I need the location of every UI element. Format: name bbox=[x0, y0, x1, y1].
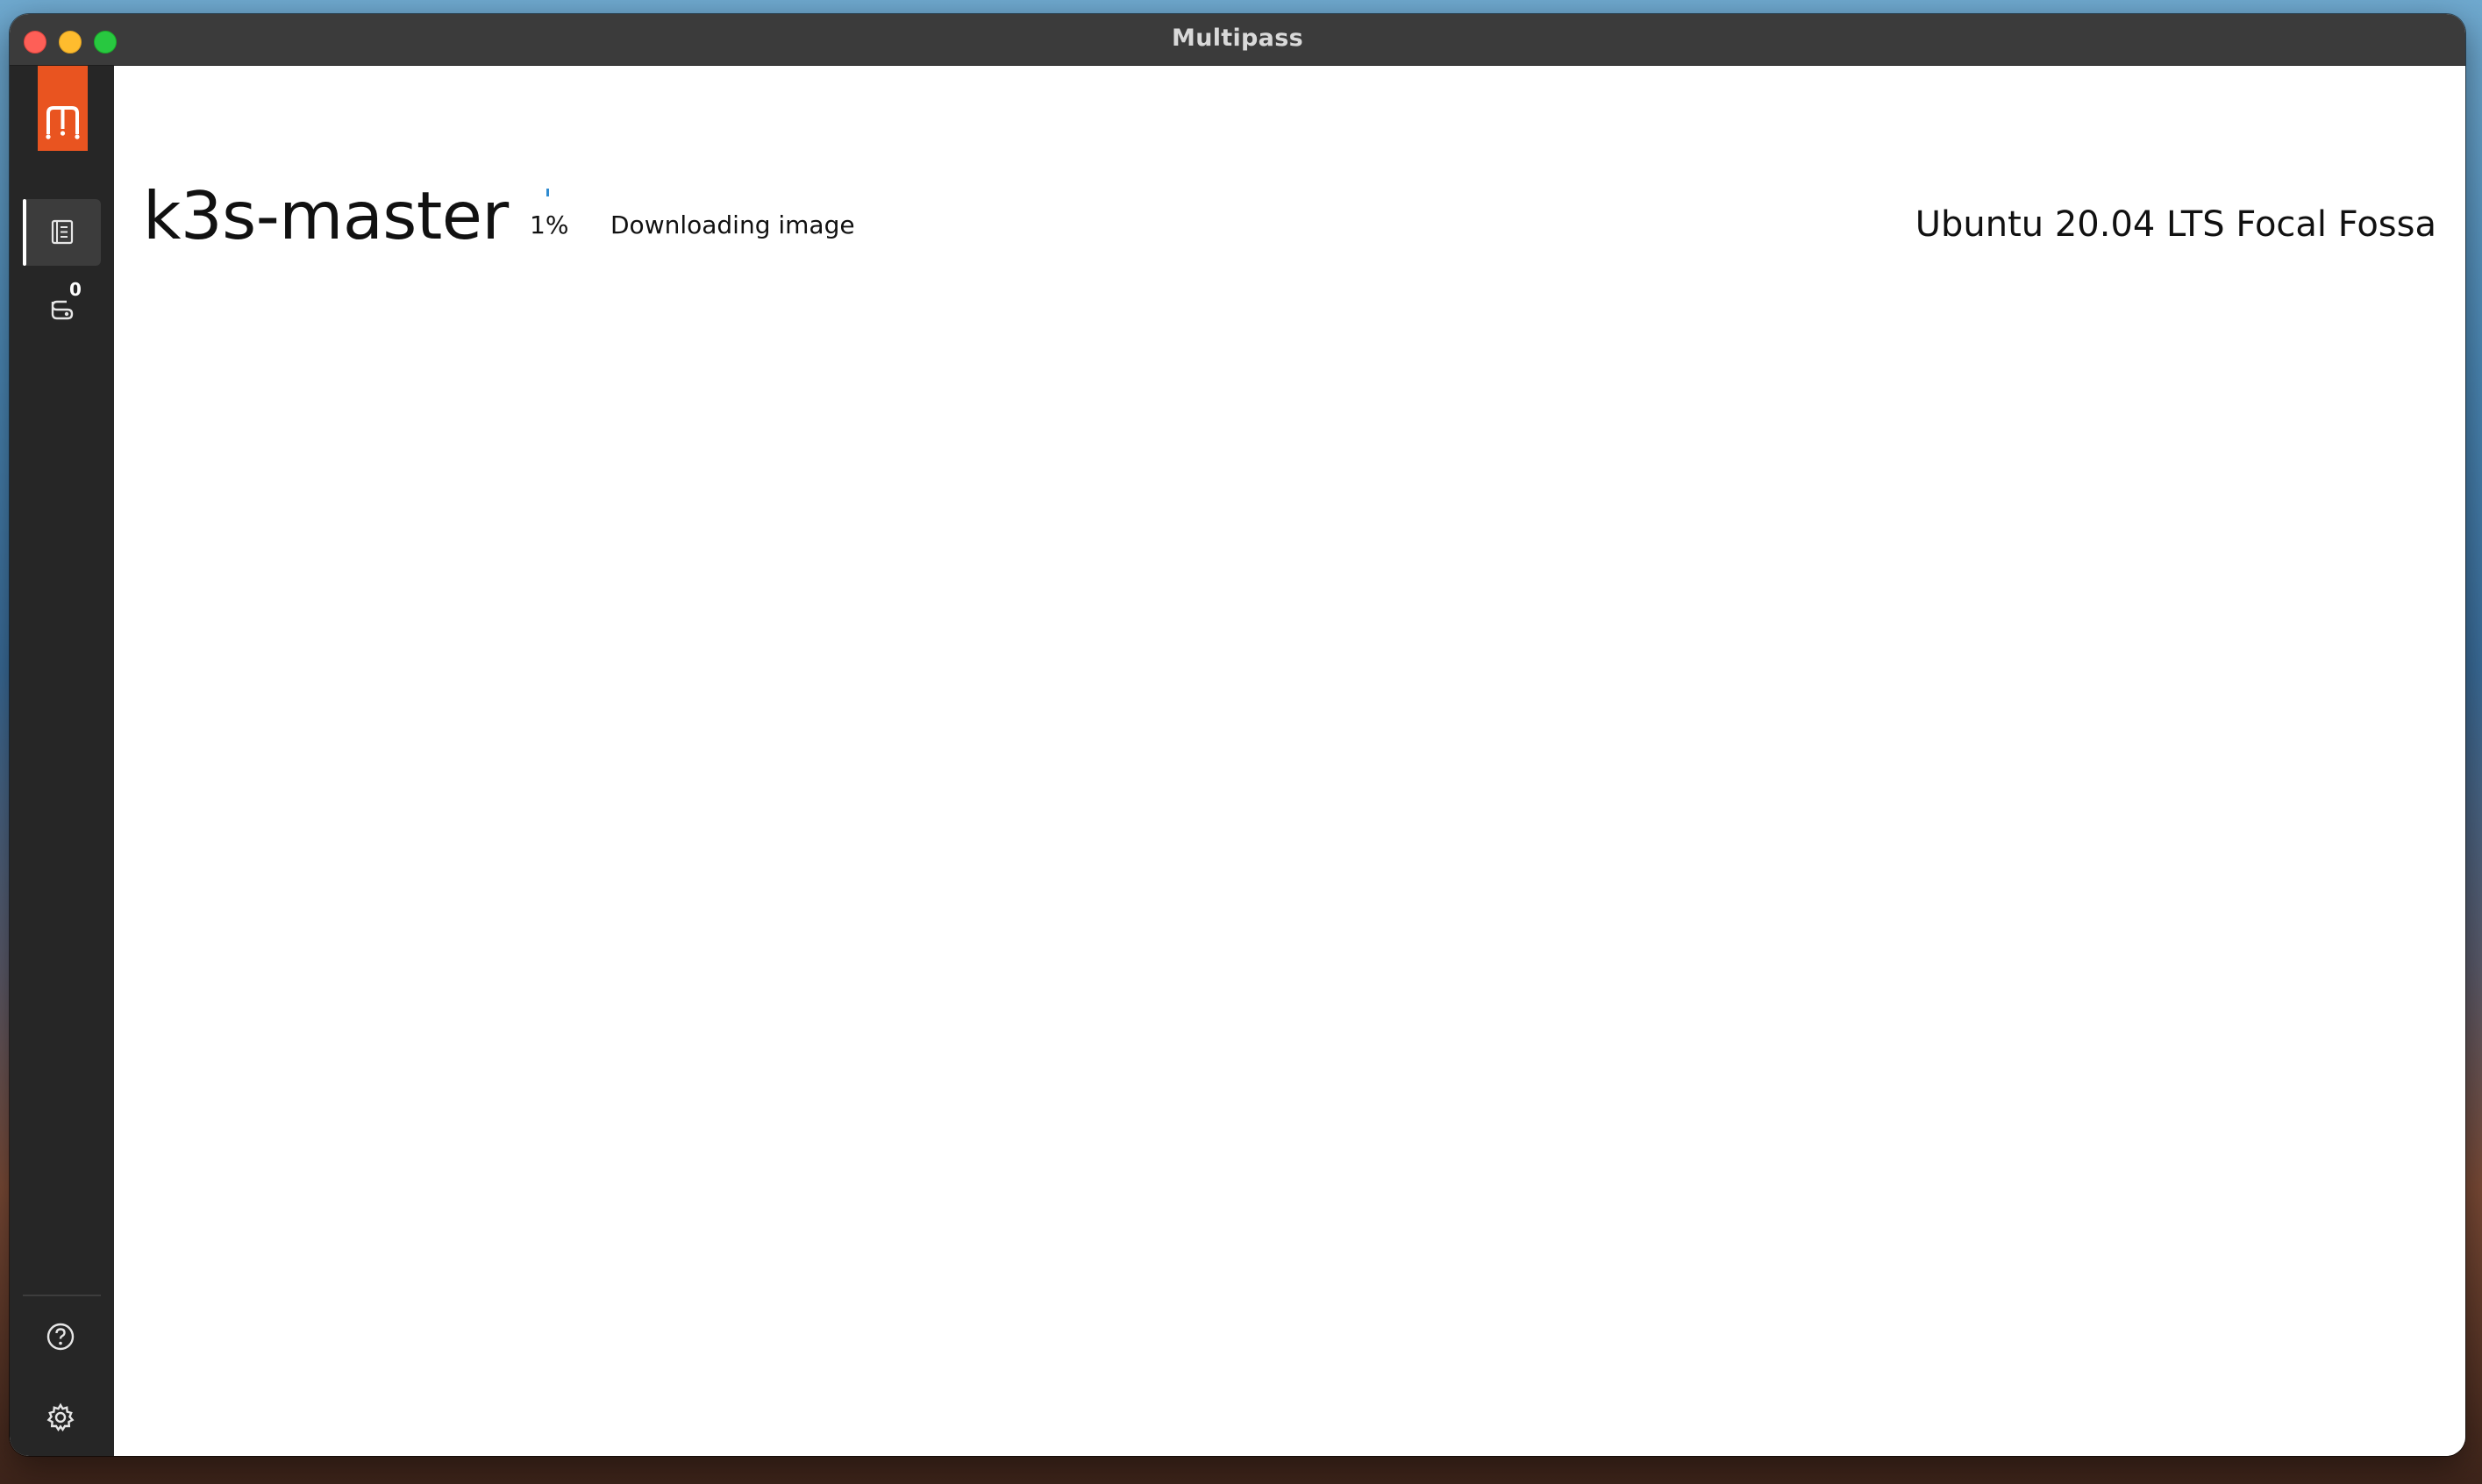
instance-detail-panel: k3s-master 1% Downloading image Ubuntu 2… bbox=[114, 66, 2465, 1456]
window-title: Multipass bbox=[1172, 25, 1303, 52]
sidebar-divider bbox=[23, 1295, 101, 1296]
sidebar: 0 bbox=[10, 66, 114, 1456]
title-bar: Multipass bbox=[10, 14, 2465, 66]
app-window: Multipass 0 k3s-master 1% Downloading im… bbox=[10, 14, 2465, 1456]
multipass-logo-icon bbox=[46, 106, 80, 139]
mounts-badge-count: 0 bbox=[69, 279, 82, 300]
sidebar-item-instances[interactable] bbox=[23, 199, 101, 266]
instance-release: Ubuntu 20.04 LTS Focal Fossa bbox=[1915, 204, 2436, 245]
sidebar-item-mounts[interactable]: 0 bbox=[23, 276, 101, 343]
instance-status: Downloading image bbox=[610, 210, 855, 239]
multipass-logo bbox=[38, 66, 88, 151]
help-button[interactable] bbox=[37, 1313, 84, 1360]
download-progress-bar bbox=[546, 189, 549, 196]
settings-button[interactable] bbox=[37, 1394, 84, 1441]
help-circle-icon bbox=[46, 1323, 75, 1351]
instances-list-icon bbox=[51, 219, 74, 245]
download-progress-percent: 1% bbox=[530, 210, 569, 239]
gear-icon bbox=[46, 1402, 75, 1432]
instance-name: k3s-master bbox=[143, 177, 509, 254]
